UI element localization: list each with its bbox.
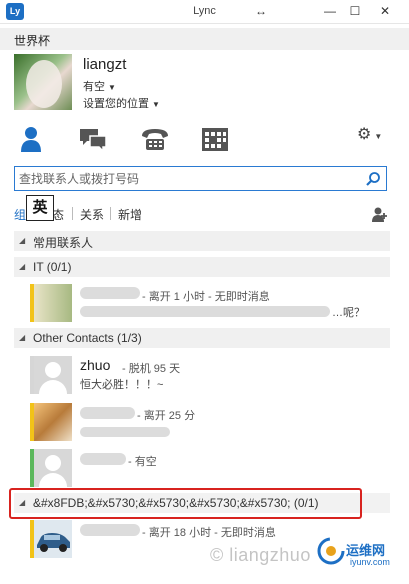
resize-icon[interactable]: ↔ xyxy=(255,4,267,18)
phone-icon[interactable] xyxy=(140,126,170,152)
location-selector[interactable]: 设置您的位置 ▼ xyxy=(83,95,160,111)
contact-item[interactable]: - 离开 1 小时 - 无即时消息 …呢？ xyxy=(30,284,390,324)
tab-groups[interactable]: 组 xyxy=(14,206,26,223)
tab-separator xyxy=(110,207,111,220)
meetings-icon[interactable] xyxy=(201,126,229,152)
contact-status: - 离开 1 小时 - 无即时消息 xyxy=(142,291,270,303)
chevron-down-icon: ▼ xyxy=(108,83,116,92)
contact-status: - 脱机 95 天 xyxy=(122,363,181,375)
contact-avatar xyxy=(34,520,72,558)
watermark-text: © liangzhuo xyxy=(210,545,311,565)
user-name: liangzt xyxy=(83,56,127,73)
brand-logo-icon xyxy=(317,537,345,565)
ime-indicator: 英 xyxy=(26,195,54,221)
title-bar: Ly Lync ↔ — ☐ ✕ xyxy=(0,0,409,24)
contact-status: - 有空 xyxy=(128,456,157,468)
search-box[interactable] xyxy=(14,166,387,191)
contact-item[interactable]: - 有空 xyxy=(30,449,390,489)
contact-status: - 离开 18 小时 - 无即时消息 xyxy=(142,527,276,539)
tab-relationships[interactable]: 关系 xyxy=(80,206,104,223)
collapse-triangle-icon[interactable]: ◢ xyxy=(19,236,25,245)
group-header[interactable]: ◢ 常用联系人 xyxy=(14,231,390,251)
gear-icon: ⚙ xyxy=(357,126,372,143)
contact-avatar xyxy=(34,449,72,487)
contact-status: - 离开 25 分 xyxy=(137,410,196,422)
maximize-button[interactable]: ☐ xyxy=(348,3,362,19)
search-input[interactable] xyxy=(19,170,359,188)
chevron-down-icon: ▼ xyxy=(374,132,383,141)
presence-status-label: 有空 xyxy=(83,81,105,93)
highlight-annotation xyxy=(9,488,362,519)
contact-note: 恒大必胜！！！~ xyxy=(80,379,164,391)
group-label: Other Contacts (1/3) xyxy=(33,331,142,345)
contact-avatar xyxy=(34,403,72,441)
contact-name: zhuo - 脱机 95 天 xyxy=(80,357,181,375)
contact-item[interactable]: - 离开 25 分 xyxy=(30,403,390,443)
group-label: 常用联系人 xyxy=(33,236,94,250)
location-label: 设置您的位置 xyxy=(83,98,149,110)
minimize-button[interactable]: — xyxy=(323,3,337,19)
top-group-label: 世界杯 xyxy=(14,34,51,48)
group-label: IT (0/1) xyxy=(33,260,72,274)
tab-separator xyxy=(72,207,73,220)
contacts-icon[interactable] xyxy=(20,126,42,152)
collapse-triangle-icon[interactable]: ◢ xyxy=(19,333,25,342)
search-icon[interactable] xyxy=(365,171,381,187)
collapse-triangle-icon[interactable]: ◢ xyxy=(19,262,25,271)
contact-note: …呢？ xyxy=(332,307,365,319)
options-button[interactable]: ⚙ ▼ xyxy=(357,124,382,144)
car-photo-icon xyxy=(37,533,70,552)
presence-status-selector[interactable]: 有空 ▼ xyxy=(83,78,116,94)
top-group-bar[interactable]: 世界杯 xyxy=(0,28,409,50)
group-header[interactable]: ◢ Other Contacts (1/3) xyxy=(14,328,390,348)
close-button[interactable]: ✕ xyxy=(378,3,392,19)
contact-item[interactable]: zhuo - 脱机 95 天 恒大必胜！！！~ xyxy=(30,356,390,396)
chevron-down-icon: ▼ xyxy=(152,100,160,109)
conversations-icon[interactable] xyxy=(78,126,108,152)
add-contact-icon[interactable] xyxy=(372,206,388,222)
tab-new[interactable]: 新增 xyxy=(118,206,142,223)
user-avatar[interactable] xyxy=(14,54,72,110)
group-header[interactable]: ◢ IT (0/1) xyxy=(14,257,390,277)
contact-avatar xyxy=(34,284,72,322)
contact-avatar xyxy=(34,356,72,394)
brand-url: iyunv.com xyxy=(350,557,390,567)
